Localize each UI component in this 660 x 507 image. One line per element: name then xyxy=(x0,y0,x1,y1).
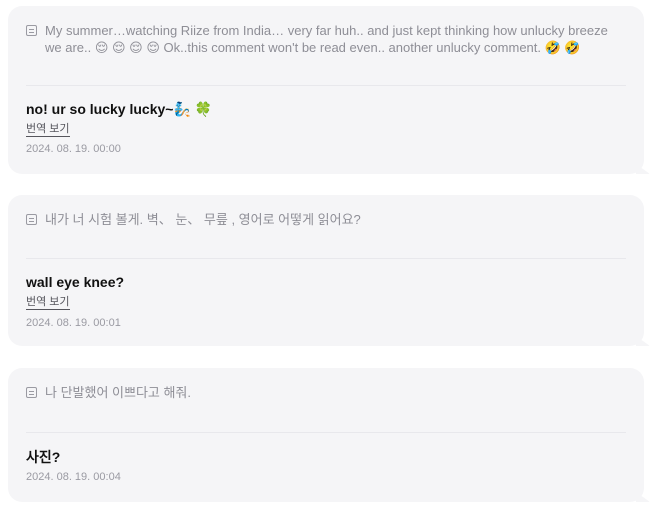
answer-text: wall eye knee? xyxy=(26,274,125,290)
timestamp: 2024. 08. 19. 00:04 xyxy=(26,471,121,483)
timestamp: 2024. 08. 19. 00:00 xyxy=(26,143,121,155)
comment-card: 나 단발했어 이쁘다고 해줘. 사진? 2024. 08. 19. 00:04 xyxy=(8,368,644,502)
answer-text: no! ur so lucky lucky~🧞 🍀 xyxy=(26,101,213,117)
question-text: 나 단발했어 이쁘다고 해줘. xyxy=(45,385,192,400)
memo-icon xyxy=(26,25,37,36)
memo-icon xyxy=(26,387,37,398)
divider xyxy=(26,258,626,259)
comment-card: 내가 너 시험 볼게. 벽、 눈、 무릎 , 영어로 어떻게 읽어요? wall… xyxy=(8,195,644,346)
answer-text: 사진? xyxy=(26,449,61,465)
comment-card: My summer…watching Riize from India… ver… xyxy=(8,6,644,174)
question-row: My summer…watching Riize from India… ver… xyxy=(26,22,626,56)
question-row: 나 단발했어 이쁘다고 해줘. xyxy=(26,384,626,401)
divider xyxy=(26,432,626,433)
memo-icon xyxy=(26,214,37,225)
question-text: My summer…watching Riize from India… ver… xyxy=(45,23,608,55)
timestamp: 2024. 08. 19. 00:01 xyxy=(26,317,121,329)
question-text: 내가 너 시험 볼게. 벽、 눈、 무릎 , 영어로 어떻게 읽어요? xyxy=(45,212,361,227)
translate-link[interactable]: 번역 보기 xyxy=(26,296,70,310)
translate-link[interactable]: 번역 보기 xyxy=(26,123,70,137)
question-row: 내가 너 시험 볼게. 벽、 눈、 무릎 , 영어로 어떻게 읽어요? xyxy=(26,211,626,228)
divider xyxy=(26,85,626,86)
